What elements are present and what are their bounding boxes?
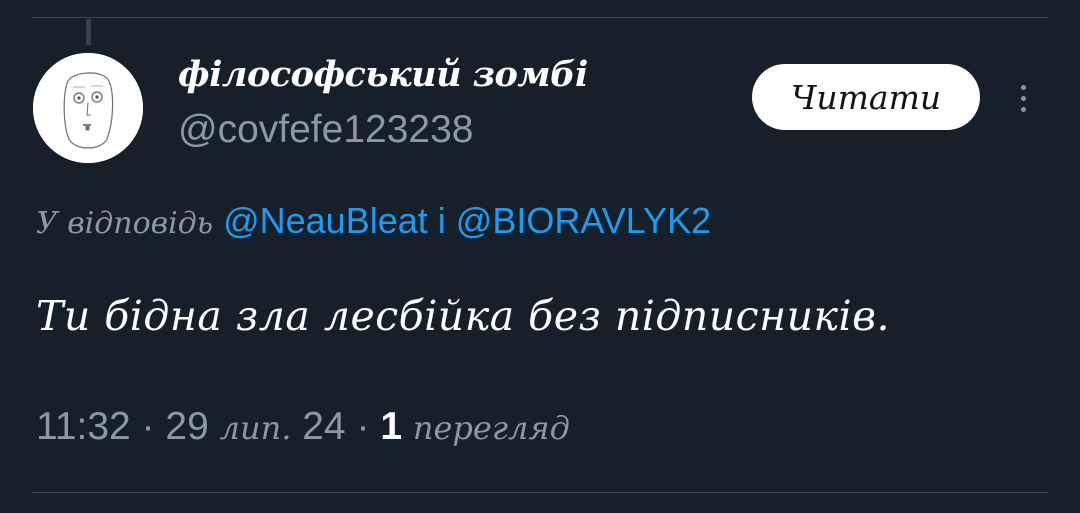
mention-link-bioravlyk2[interactable]: @BIORAVLYK2 (456, 200, 711, 241)
author-display-name[interactable]: філософський зомбі (178, 54, 588, 95)
avatar[interactable] (33, 53, 143, 163)
tweet-page: філософський зомбі @covfefe123238 Читати… (0, 0, 1080, 513)
views-label: перегляд (412, 409, 570, 447)
tweet-date-year[interactable]: 24 (302, 405, 345, 448)
follow-button[interactable]: Читати (752, 64, 980, 130)
tweet-meta: 11:32 · 29 лип. 24 · 1 перегляд (36, 405, 570, 449)
meta-separator: · (356, 405, 370, 448)
views-count: 1 (380, 405, 403, 448)
tweet-text: Ти бідна зла лесбійка без підписників. (36, 292, 891, 340)
bottom-divider (32, 492, 1048, 493)
tweet-date-month[interactable]: лип. (220, 409, 292, 447)
thread-connector-line (86, 19, 91, 45)
more-dot (1020, 95, 1026, 101)
meta-separator: · (141, 405, 155, 448)
avatar-face-drawing (33, 53, 143, 163)
more-dot (1020, 84, 1026, 90)
replying-to-label: У відповідь (36, 206, 214, 241)
tweet-date-day[interactable]: 29 (165, 405, 208, 448)
mention-link-neaubleat[interactable]: @NeauBleat (223, 200, 428, 241)
top-divider (32, 17, 1048, 18)
more-vertical-icon[interactable] (1008, 78, 1038, 118)
replying-to: У відповідь @NeauBleat і @BIORAVLYK2 (36, 200, 711, 242)
tweet-time[interactable]: 11:32 (36, 405, 131, 448)
more-dot (1020, 106, 1026, 112)
mention-separator: і (437, 200, 446, 241)
author-handle[interactable]: @covfefe123238 (178, 108, 473, 152)
